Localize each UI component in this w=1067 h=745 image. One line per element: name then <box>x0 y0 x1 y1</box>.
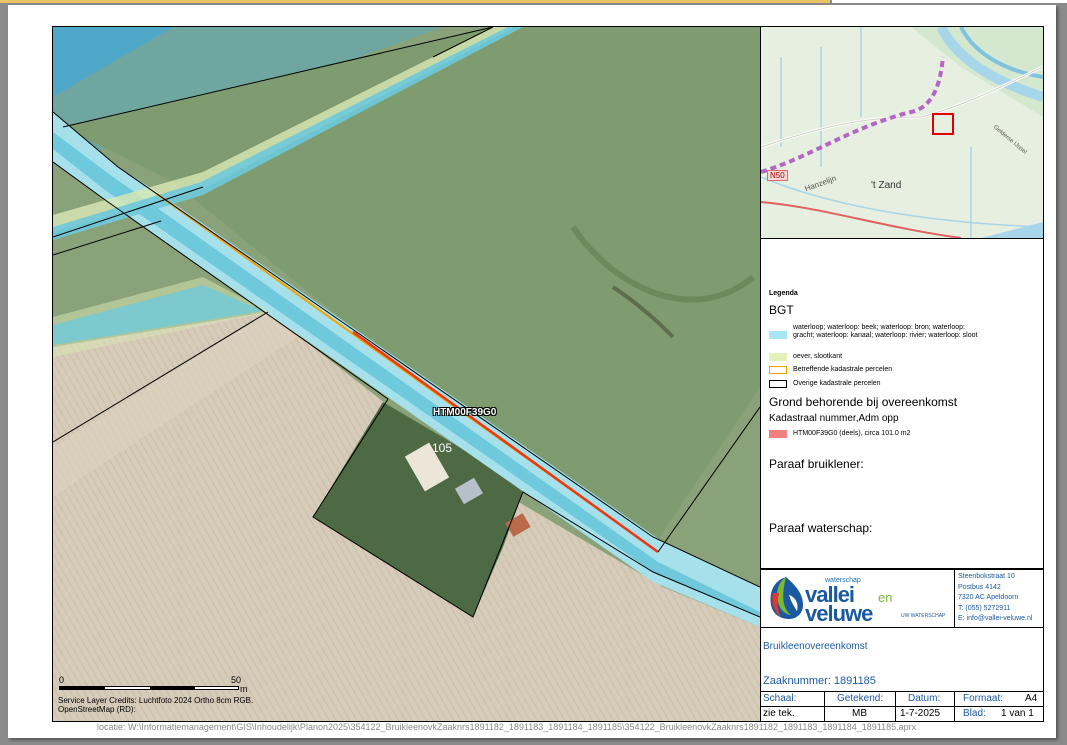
getekend-header: Getekend: <box>837 693 884 704</box>
formaat-header: Formaat: <box>963 693 1004 704</box>
legend-title: Legenda <box>769 290 798 297</box>
house-number-label: 105 <box>432 441 453 455</box>
info-cell-formaat: Formaat: A4 Blad: 1 van 1 <box>955 692 1043 721</box>
legend-item-betreffende: Betreffende kadastrale percelen <box>769 366 983 374</box>
info-cell-getekend: Getekend: MB <box>825 692 896 721</box>
main-map[interactable]: HTM00F39G0 105 0 50 m Service Layer Cred… <box>52 26 761 722</box>
legend-swatch-overige <box>769 380 787 388</box>
legend-bgt-title: BGT <box>769 303 794 317</box>
address-email[interactable]: E: info@vallei-veluwe.nl <box>958 614 1032 625</box>
scale-bar-bg <box>59 686 239 690</box>
map-sheet: HTM00F39G0 105 0 50 m Service Layer Cred… <box>8 5 1056 738</box>
getekend-value: MB <box>852 708 867 719</box>
zaaknummer: Zaaknummer: 1891185 <box>763 675 876 687</box>
legend-label-kadastraal: HTM00F39G0 (deels), circa 101.0 m2 <box>793 430 911 437</box>
scale-seg-3 <box>150 687 195 689</box>
formaat-value: A4 <box>1025 693 1038 704</box>
legend-item-waterloop: waterloop; waterloop: beek; waterloop: b… <box>769 324 983 340</box>
legend-label-betreffende: Betreffende kadastrale percelen <box>793 366 893 373</box>
top-border-line <box>0 0 830 3</box>
scale-seg-1 <box>60 687 105 689</box>
overview-map[interactable]: N50 Hanzelijn 't Zand Gelderse IJssel <box>760 26 1044 239</box>
address-city: 7320 AC Apeldoorn <box>958 594 1019 601</box>
title-panel: Bruikleenovereenkomst Zaaknummer: 189118… <box>760 628 1044 692</box>
top-border-right <box>832 0 1067 3</box>
info-table: Schaal: zie tek. Getekend: MB Datum: 1-7… <box>760 692 1044 722</box>
overview-road-label: N50 <box>767 170 788 181</box>
datum-header: Datum: <box>908 693 941 704</box>
blad-header: Blad: <box>963 708 986 719</box>
address-block: Steenbokstraat 10 Postbus 4142 7320 AC A… <box>958 572 1032 625</box>
scale-unit: m <box>240 684 248 694</box>
info-cell-schaal: Schaal: zie tek. <box>761 692 825 721</box>
datum-value: 1-7-2025 <box>900 708 941 719</box>
legend-grond-title: Grond behorende bij overeenkomst <box>769 395 958 409</box>
address-street: Steenbokstraat 10 <box>958 573 1015 580</box>
legend-item-oever: oever, slootkant <box>769 353 983 361</box>
credits-line-1: Service Layer Credits: Luchtfoto 2024 Or… <box>58 696 254 705</box>
overview-place-label: 't Zand <box>871 180 902 191</box>
legend-label-waterloop: waterloop; waterloop: beek; waterloop: b… <box>793 324 978 339</box>
legend-item-kadastraal: HTM00F39G0 (deels), circa 101.0 m2 <box>769 430 983 438</box>
parcel-label: HTM00F39G0 <box>433 407 497 418</box>
schaal-value: zie tek. <box>763 708 795 719</box>
address-postbus: Postbus 4142 <box>958 583 1001 591</box>
document-title: Bruikleenovereenkomst <box>763 641 868 652</box>
logo-area: waterschap vallei en veluwe UW WATERSCHA… <box>761 570 955 627</box>
file-location-text: locatie: W:\Informatiemanagement\GIS\Inh… <box>97 722 917 732</box>
info-cell-datum: Datum: 1-7-2025 <box>896 692 955 721</box>
scale-bar: 0 50 m <box>59 675 259 695</box>
legend-swatch-oever <box>769 353 787 361</box>
aerial-map-graphic <box>53 27 760 721</box>
paraaf-bruiklener: Paraaf bruiklener: <box>769 457 864 471</box>
waterschap-logo-icon <box>770 577 803 619</box>
map-credits: Service Layer Credits: Luchtfoto 2024 Or… <box>58 696 253 714</box>
logo-panel: waterschap vallei en veluwe UW WATERSCHA… <box>760 569 1044 628</box>
paraaf-waterschap: Paraaf waterschap: <box>769 521 873 535</box>
legend-item-overige: Overige kadastrale percelen <box>769 380 983 388</box>
legend-kad-title: Kadastraal nummer,Adm opp <box>769 413 899 424</box>
legend-swatch-kadastraal <box>769 430 787 438</box>
legend-panel: Legenda BGT waterloop; waterloop: beek; … <box>760 239 1044 569</box>
scale-start: 0 <box>59 675 65 685</box>
logo-veluwe-text: veluwe <box>805 601 873 626</box>
address-phone: T: (055) 5272911 <box>958 604 1011 612</box>
legend-label-oever: oever, slootkant <box>793 353 843 360</box>
logo-en-text: en <box>878 590 893 605</box>
legend-label-overige: Overige kadastrale percelen <box>793 380 881 387</box>
legend-swatch-betreffende <box>769 366 787 374</box>
schaal-header: Schaal: <box>763 693 797 704</box>
legend-swatch-waterloop <box>769 331 787 339</box>
logo-uw-text: UW WATERSCHAP <box>901 613 946 619</box>
blad-value: 1 van 1 <box>1001 708 1034 719</box>
credits-line-2: OpenStreetMap (RD): <box>58 705 136 714</box>
